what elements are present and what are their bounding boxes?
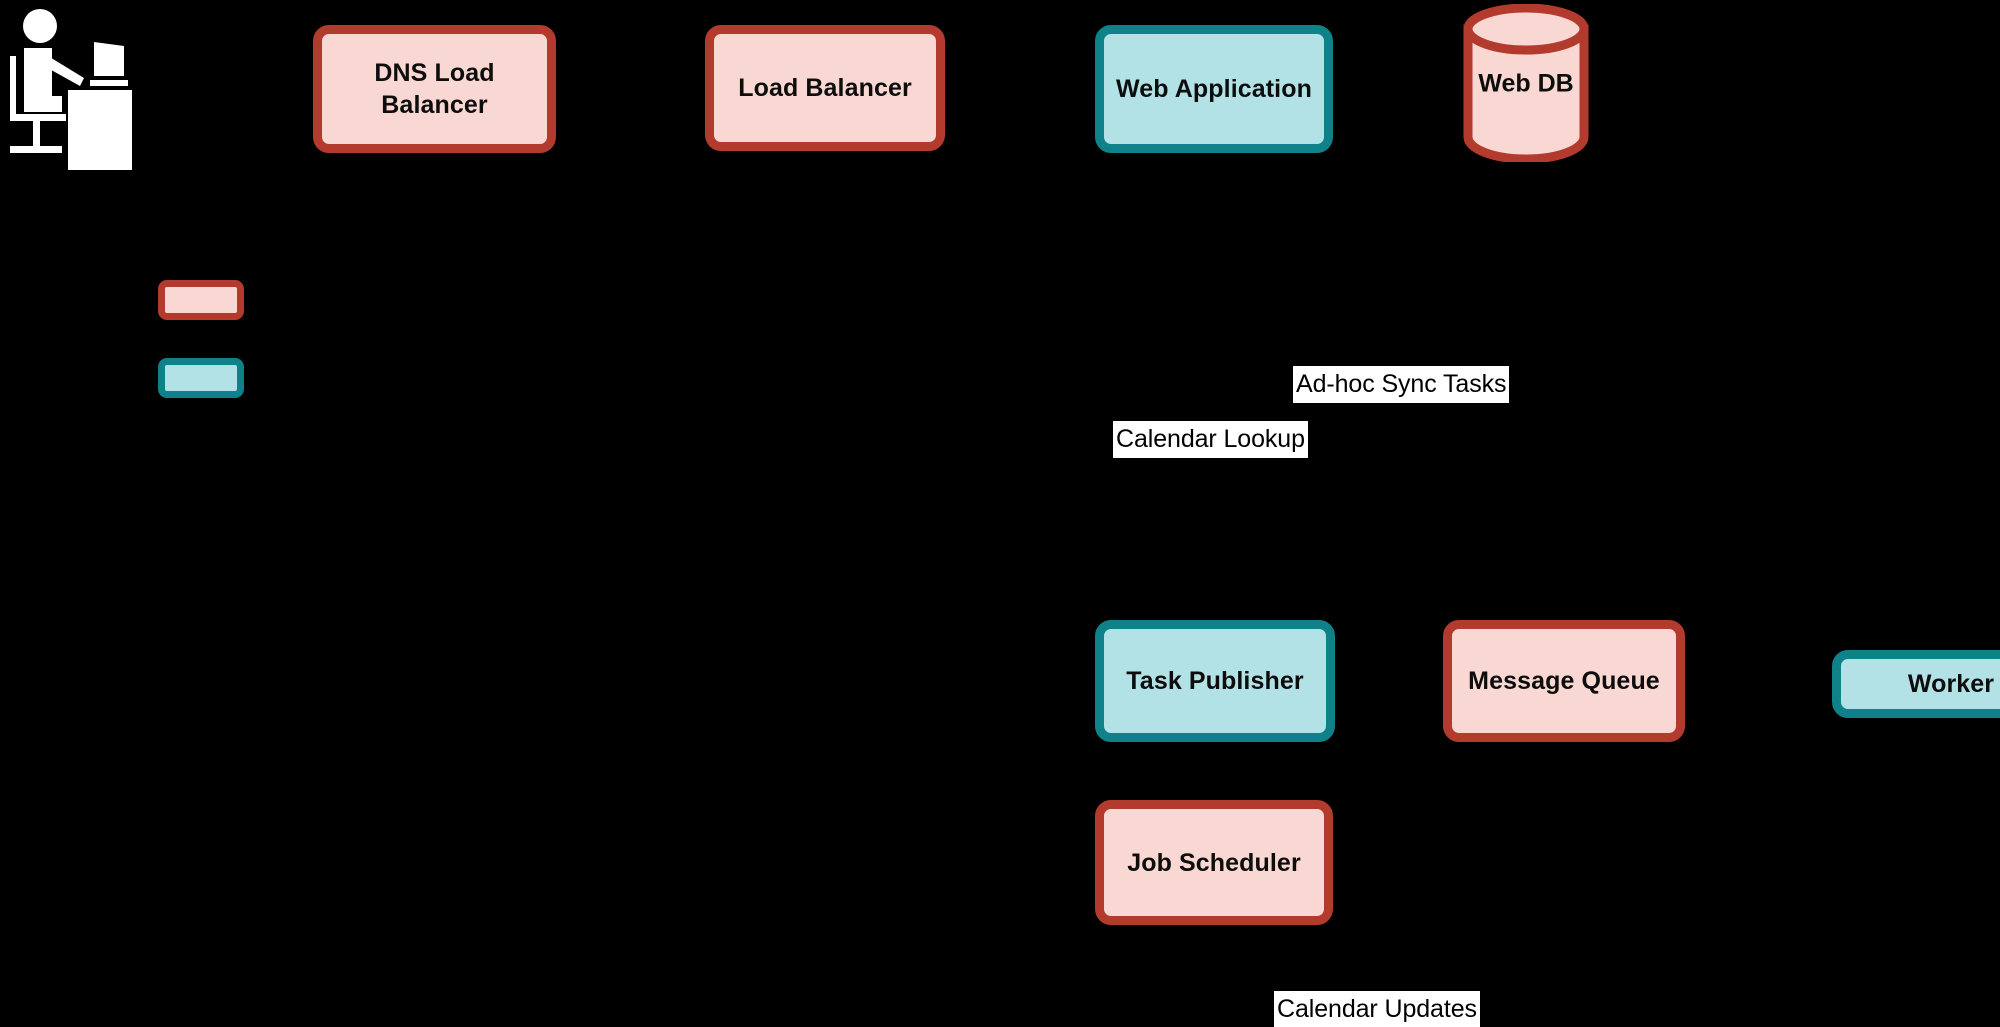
node-label-web-db: Web DB [1478,69,1574,98]
node-web-application[interactable]: Web Application [1095,25,1333,153]
node-label-web-application: Web Application [1116,75,1312,103]
edge-label-ad-hoc-sync-tasks: Ad-hoc Sync Tasks [1293,366,1510,403]
edge-label-calendar-updates: Calendar Updates [1274,991,1480,1027]
node-job-scheduler[interactable]: Job Scheduler [1095,800,1333,925]
legend-swatch-teal [158,358,244,398]
legend-swatch-pink [158,280,244,320]
node-message-queue[interactable]: Message Queue [1443,620,1685,742]
node-task-publisher[interactable]: Task Publisher [1095,620,1335,742]
node-label-message-queue: Message Queue [1468,667,1660,695]
node-label-task-publisher: Task Publisher [1126,667,1304,695]
node-label-load-balancer: Load Balancer [738,74,912,102]
edge-label-text-ad-hoc-sync-tasks: Ad-hoc Sync Tasks [1296,370,1507,398]
node-web-db[interactable]: Web DB [1463,4,1589,162]
diagram-canvas: DNS Load Balancer Load Balancer Web Appl… [0,0,2000,1027]
edge-label-calendar-lookup: Calendar Lookup [1113,421,1308,458]
node-dns-load-balancer[interactable]: DNS Load Balancer [313,25,556,153]
edge-label-text-calendar-lookup: Calendar Lookup [1116,425,1305,453]
person-at-desk-icon [4,4,152,170]
node-label-worker: Worker [1907,670,1995,698]
node-label-dns-load-balancer: DNS Load Balancer [374,59,495,119]
edge-label-text-calendar-updates: Calendar Updates [1277,995,1477,1023]
node-worker[interactable]: Worker [1832,650,2000,718]
node-label-job-scheduler: Job Scheduler [1127,848,1301,877]
node-load-balancer[interactable]: Load Balancer [705,25,945,151]
